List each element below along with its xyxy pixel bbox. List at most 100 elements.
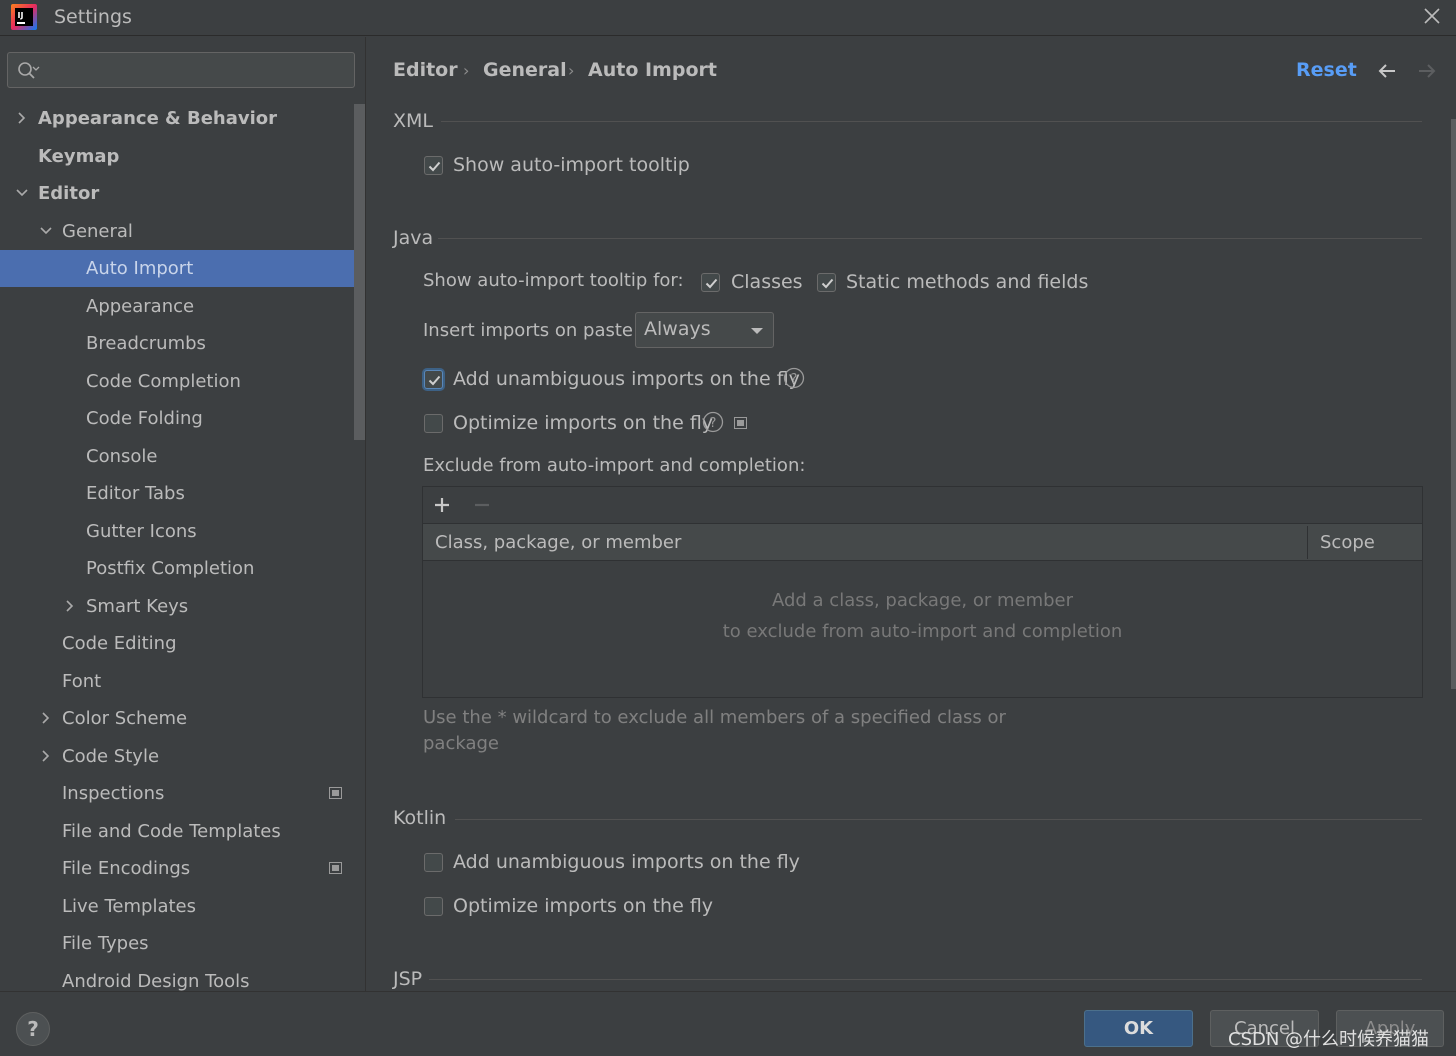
help-circle-icon[interactable]: ? <box>783 367 805 389</box>
checkmark-icon <box>428 161 441 172</box>
window-title: Settings <box>54 6 132 28</box>
checkmark-icon <box>428 375 441 386</box>
kotlin-unambiguous-label[interactable]: Add unambiguous imports on the fly <box>453 851 800 873</box>
sidebar-item-label: Android Design Tools <box>62 970 250 992</box>
sidebar-item-label: Editor Tabs <box>86 483 185 504</box>
kotlin-unambiguous-checkbox[interactable] <box>424 853 443 872</box>
content-scrollbar[interactable] <box>1451 119 1456 689</box>
section-title-kotlin: Kotlin <box>393 807 447 829</box>
section-title-java: Java <box>393 227 434 249</box>
svg-text:?: ? <box>710 416 717 431</box>
settings-search-box[interactable] <box>7 52 355 88</box>
breadcrumb-separator: › <box>463 61 470 80</box>
sidebar-item-label: Breadcrumbs <box>86 333 206 354</box>
xml-show-tooltip-label[interactable]: Show auto-import tooltip <box>453 154 690 176</box>
sidebar-item-file-types[interactable]: File Types <box>0 925 365 962</box>
sidebar-item-label: Code Folding <box>86 408 203 429</box>
sidebar-item-label: Appearance <box>86 295 195 317</box>
chevron-down-icon[interactable] <box>14 185 30 201</box>
static-methods-checkbox[interactable] <box>817 273 836 292</box>
intellij-logo-icon: IJ <box>11 4 37 30</box>
ok-button[interactable]: OK <box>1084 1010 1193 1047</box>
search-input[interactable] <box>42 57 347 83</box>
search-icon <box>18 62 40 79</box>
sidebar-item-keymap[interactable]: Keymap <box>0 138 365 175</box>
chevron-right-icon[interactable] <box>14 110 30 126</box>
sidebar-item-label: Color Scheme <box>62 708 188 729</box>
kotlin-optimize-label[interactable]: Optimize imports on the fly <box>453 895 713 917</box>
sidebar-item-label: Appearance & Behavior <box>38 108 278 129</box>
sidebar-item-android-design-tools[interactable]: Android Design Tools <box>0 963 365 992</box>
chevron-right-icon[interactable] <box>62 598 78 614</box>
sidebar-item-appearance[interactable]: Appearance <box>0 288 365 325</box>
chevron-right-icon[interactable] <box>38 748 54 764</box>
chevron-down-icon[interactable] <box>38 223 54 239</box>
section-divider <box>429 979 1422 980</box>
help-circle-icon[interactable]: ? <box>702 411 724 433</box>
sidebar-item-label: Live Templates <box>62 895 196 917</box>
sidebar-item-code-style[interactable]: Code Style <box>0 738 365 775</box>
sidebar-item-postfix-completion[interactable]: Postfix Completion <box>0 550 365 587</box>
sidebar-item-breadcrumbs[interactable]: Breadcrumbs <box>0 325 365 362</box>
column-header-scope[interactable]: Scope <box>1320 532 1375 553</box>
title-bar: IJ Settings <box>0 0 1456 36</box>
classes-label[interactable]: Classes <box>731 271 803 293</box>
section-divider <box>455 819 1422 820</box>
java-optimize-checkbox[interactable] <box>424 414 443 433</box>
sidebar-item-label: Code Completion <box>86 370 241 392</box>
kotlin-optimize-checkbox[interactable] <box>424 897 443 916</box>
sidebar-item-label: General <box>62 220 133 242</box>
help-button[interactable]: ? <box>16 1012 50 1046</box>
sidebar-item-general[interactable]: General <box>0 213 365 250</box>
sidebar-item-code-editing[interactable]: Code Editing <box>0 625 365 662</box>
sidebar-item-gutter-icons[interactable]: Gutter Icons <box>0 513 365 550</box>
breadcrumb-editor[interactable]: Editor <box>393 59 458 81</box>
sidebar-item-font[interactable]: Font <box>0 663 365 700</box>
sidebar-item-label: Font <box>62 670 102 692</box>
close-icon[interactable] <box>1418 2 1446 30</box>
sidebar-item-inspections[interactable]: Inspections <box>0 775 365 812</box>
static-methods-label[interactable]: Static methods and fields <box>846 271 1088 293</box>
sidebar-item-label: File Types <box>62 933 149 954</box>
sidebar-item-appearance-behavior[interactable]: Appearance & Behavior <box>0 100 365 137</box>
sidebar-item-live-templates[interactable]: Live Templates <box>0 888 365 925</box>
table-toolbar <box>423 487 1422 524</box>
sidebar-item-color-scheme[interactable]: Color Scheme <box>0 700 365 737</box>
insert-on-paste-label: Insert imports on paste: <box>423 320 640 341</box>
sidebar-item-console[interactable]: Console <box>0 438 365 475</box>
java-unambiguous-label[interactable]: Add unambiguous imports on the fly <box>453 368 800 390</box>
column-header-class[interactable]: Class, package, or member <box>435 532 681 553</box>
svg-text:IJ: IJ <box>18 11 24 20</box>
exclude-label: Exclude from auto-import and completion: <box>423 455 806 476</box>
breadcrumb-general[interactable]: General <box>483 59 567 81</box>
sidebar-scrollbar[interactable] <box>354 104 365 440</box>
reset-link[interactable]: Reset <box>1296 59 1357 81</box>
section-title-xml: XML <box>393 110 433 132</box>
xml-show-tooltip-checkbox[interactable] <box>424 156 443 175</box>
sidebar-item-label: Gutter Icons <box>86 520 197 542</box>
breadcrumb-auto-import: Auto Import <box>588 59 717 81</box>
sidebar-item-editor-tabs[interactable]: Editor Tabs <box>0 475 365 512</box>
settings-sidebar: Appearance & Behavior Keymap Editor General… <box>0 37 366 991</box>
column-divider[interactable] <box>1307 526 1308 559</box>
plus-icon[interactable] <box>432 495 452 515</box>
java-optimize-label[interactable]: Optimize imports on the fly <box>453 412 713 434</box>
help-button-label: ? <box>27 1017 39 1041</box>
sidebar-item-editor[interactable]: Editor <box>0 175 365 212</box>
sidebar-item-code-folding[interactable]: Code Folding <box>0 400 365 437</box>
csdn-watermark: CSDN @什么时候养猫猫 <box>1228 1029 1430 1050</box>
project-scope-icon <box>329 787 342 799</box>
classes-checkbox[interactable] <box>701 273 720 292</box>
exclude-table: Class, package, or member Scope Add a cl… <box>422 486 1423 698</box>
sidebar-item-code-completion[interactable]: Code Completion <box>0 363 365 400</box>
insert-on-paste-select[interactable]: Always <box>635 312 774 348</box>
tooltip-for-label: Show auto-import tooltip for: <box>423 270 684 291</box>
sidebar-item-smart-keys[interactable]: Smart Keys <box>0 588 365 625</box>
arrow-left-icon[interactable] <box>1375 59 1399 83</box>
sidebar-item-file-encodings[interactable]: File Encodings <box>0 850 365 887</box>
wildcard-hint: Use the * wildcard to exclude all member… <box>423 707 1006 754</box>
sidebar-item-auto-import[interactable]: Auto Import <box>0 250 365 287</box>
sidebar-item-file-and-code-templates[interactable]: File and Code Templates <box>0 813 365 850</box>
chevron-right-icon[interactable] <box>38 710 54 726</box>
java-unambiguous-checkbox[interactable] <box>424 370 443 389</box>
